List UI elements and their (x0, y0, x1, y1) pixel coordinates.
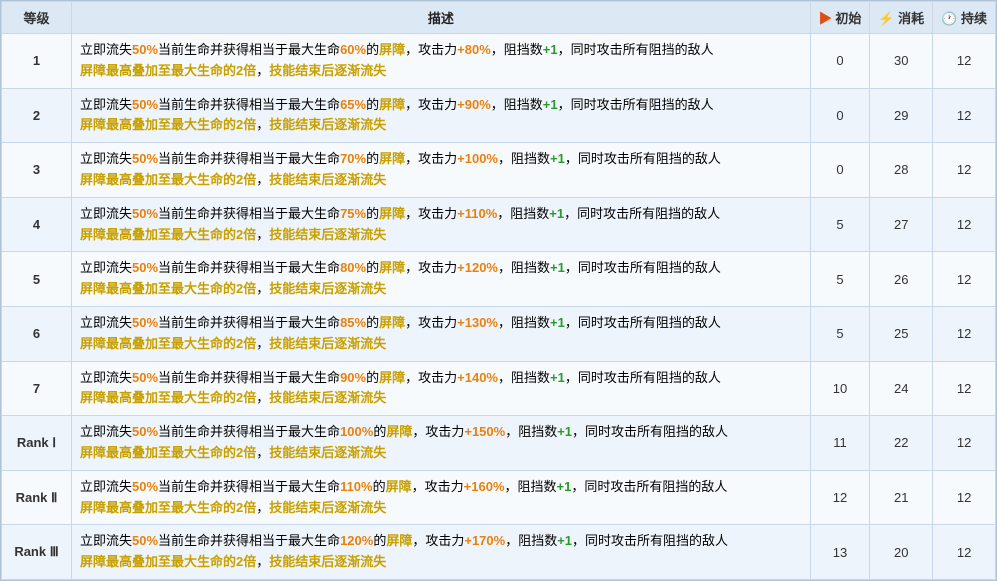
bolt-icon: ⚡ (878, 11, 894, 26)
cell-start: 5 (810, 306, 870, 361)
cell-start: 5 (810, 252, 870, 307)
table-row: 7立即流失50%当前生命并获得相当于最大生命90%的屏障，攻击力+140%，阻挡… (2, 361, 996, 416)
cell-desc: 立即流失50%当前生命并获得相当于最大生命75%的屏障，攻击力+110%，阻挡数… (72, 197, 811, 252)
cell-desc: 立即流失50%当前生命并获得相当于最大生命110%的屏障，攻击力+160%，阻挡… (72, 470, 811, 525)
cell-duration: 12 (933, 361, 996, 416)
cell-duration: 12 (933, 143, 996, 198)
cell-desc: 立即流失50%当前生命并获得相当于最大生命100%的屏障，攻击力+150%，阻挡… (72, 416, 811, 471)
th-duration: 🕐 持续 (933, 2, 996, 34)
arrow-icon: ▶ (819, 11, 832, 26)
cell-cost: 24 (870, 361, 933, 416)
skill-table: 等级 描述 ▶ 初始 ⚡ 消耗 🕐 持续 1立即流失50%当前生命并获得相当于最… (1, 1, 996, 580)
cell-start: 13 (810, 525, 870, 580)
cell-level: Rank Ⅰ (2, 416, 72, 471)
table-body: 1立即流失50%当前生命并获得相当于最大生命60%的屏障，攻击力+80%，阻挡数… (2, 34, 996, 580)
cell-cost: 22 (870, 416, 933, 471)
cell-cost: 30 (870, 34, 933, 89)
cell-level: 4 (2, 197, 72, 252)
table-row: Rank Ⅱ立即流失50%当前生命并获得相当于最大生命110%的屏障，攻击力+1… (2, 470, 996, 525)
cell-cost: 20 (870, 525, 933, 580)
cell-level: 1 (2, 34, 72, 89)
cell-desc: 立即流失50%当前生命并获得相当于最大生命60%的屏障，攻击力+80%，阻挡数+… (72, 34, 811, 89)
cell-desc: 立即流失50%当前生命并获得相当于最大生命85%的屏障，攻击力+130%，阻挡数… (72, 306, 811, 361)
cell-desc: 立即流失50%当前生命并获得相当于最大生命70%的屏障，攻击力+100%，阻挡数… (72, 143, 811, 198)
th-start-label: 初始 (835, 11, 861, 26)
table-row: 2立即流失50%当前生命并获得相当于最大生命65%的屏障，攻击力+90%，阻挡数… (2, 88, 996, 143)
th-duration-label: 持续 (961, 11, 987, 26)
table-row: Rank Ⅲ立即流失50%当前生命并获得相当于最大生命120%的屏障，攻击力+1… (2, 525, 996, 580)
th-desc: 描述 (72, 2, 811, 34)
cell-level: 3 (2, 143, 72, 198)
cell-level: 5 (2, 252, 72, 307)
cell-desc: 立即流失50%当前生命并获得相当于最大生命120%的屏障，攻击力+170%，阻挡… (72, 525, 811, 580)
cell-start: 10 (810, 361, 870, 416)
cell-duration: 12 (933, 197, 996, 252)
cell-start: 0 (810, 34, 870, 89)
cell-start: 5 (810, 197, 870, 252)
th-start: ▶ 初始 (810, 2, 870, 34)
th-cost-label: 消耗 (898, 11, 924, 26)
table-header-row: 等级 描述 ▶ 初始 ⚡ 消耗 🕐 持续 (2, 2, 996, 34)
table-row: 6立即流失50%当前生命并获得相当于最大生命85%的屏障，攻击力+130%，阻挡… (2, 306, 996, 361)
cell-level: Rank Ⅱ (2, 470, 72, 525)
cell-start: 11 (810, 416, 870, 471)
cell-cost: 26 (870, 252, 933, 307)
table-row: 5立即流失50%当前生命并获得相当于最大生命80%的屏障，攻击力+120%，阻挡… (2, 252, 996, 307)
table-row: 1立即流失50%当前生命并获得相当于最大生命60%的屏障，攻击力+80%，阻挡数… (2, 34, 996, 89)
skill-table-container: 等级 描述 ▶ 初始 ⚡ 消耗 🕐 持续 1立即流失50%当前生命并获得相当于最… (0, 0, 997, 581)
table-row: 3立即流失50%当前生命并获得相当于最大生命70%的屏障，攻击力+100%，阻挡… (2, 143, 996, 198)
cell-duration: 12 (933, 34, 996, 89)
cell-duration: 12 (933, 525, 996, 580)
cell-desc: 立即流失50%当前生命并获得相当于最大生命65%的屏障，攻击力+90%，阻挡数+… (72, 88, 811, 143)
cell-duration: 12 (933, 306, 996, 361)
cell-start: 12 (810, 470, 870, 525)
cell-level: 2 (2, 88, 72, 143)
cell-desc: 立即流失50%当前生命并获得相当于最大生命90%的屏障，攻击力+140%，阻挡数… (72, 361, 811, 416)
cell-duration: 12 (933, 252, 996, 307)
clock-icon: 🕐 (941, 11, 957, 26)
th-level: 等级 (2, 2, 72, 34)
cell-duration: 12 (933, 416, 996, 471)
cell-duration: 12 (933, 470, 996, 525)
cell-level: Rank Ⅲ (2, 525, 72, 580)
cell-start: 0 (810, 88, 870, 143)
cell-level: 6 (2, 306, 72, 361)
cell-cost: 25 (870, 306, 933, 361)
table-row: 4立即流失50%当前生命并获得相当于最大生命75%的屏障，攻击力+110%，阻挡… (2, 197, 996, 252)
cell-desc: 立即流失50%当前生命并获得相当于最大生命80%的屏障，攻击力+120%，阻挡数… (72, 252, 811, 307)
table-row: Rank Ⅰ立即流失50%当前生命并获得相当于最大生命100%的屏障，攻击力+1… (2, 416, 996, 471)
cell-level: 7 (2, 361, 72, 416)
cell-cost: 28 (870, 143, 933, 198)
th-cost: ⚡ 消耗 (870, 2, 933, 34)
cell-cost: 21 (870, 470, 933, 525)
cell-cost: 27 (870, 197, 933, 252)
cell-cost: 29 (870, 88, 933, 143)
cell-duration: 12 (933, 88, 996, 143)
cell-start: 0 (810, 143, 870, 198)
